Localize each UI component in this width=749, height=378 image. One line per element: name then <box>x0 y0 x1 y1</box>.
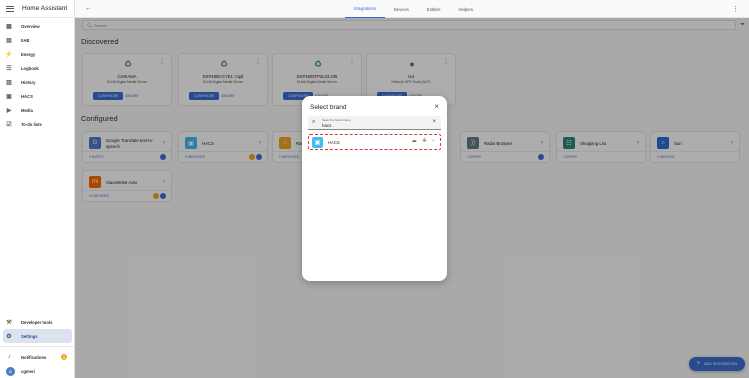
sidebar-header: Home Assistant <box>0 0 74 18</box>
search-label: Search a brand name <box>322 118 351 122</box>
search-icon: ⌕ <box>312 119 316 125</box>
app-title: Home Assistant <box>22 5 68 12</box>
sidebar-item-0ab[interactable]: ▤ 0AB <box>0 33 74 47</box>
search-value: hacs <box>322 123 332 128</box>
brand-badges-icon: ☁ ⎈ › <box>411 138 436 144</box>
menu-icon[interactable] <box>6 5 14 12</box>
history-icon: ▥ <box>6 79 12 86</box>
sidebar-item-notifications[interactable]: ♪ Notifications 1 <box>0 350 75 364</box>
tab-integrations[interactable]: Integrations <box>345 0 385 18</box>
brand-name: HACS <box>328 140 340 145</box>
sidebar-item-settings[interactable]: ⚙ Settings <box>3 329 72 343</box>
sidebar-item-label: Developer tools <box>21 319 53 325</box>
sidebar-item-label: HACS <box>21 93 33 99</box>
checklist-icon: ☑ <box>6 121 12 128</box>
sidebar-item-label: Notifications <box>21 354 47 360</box>
sidebar-item-overview[interactable]: ▦ Overview <box>0 19 74 33</box>
sidebar-item-logbook[interactable]: ☰ Logbook <box>0 61 74 75</box>
brand-result-item[interactable]: ▣ HACS ☁ ⎈ › <box>308 134 441 150</box>
sidebar-item-label: cgmeri <box>21 368 35 374</box>
lightning-icon: ⚡ <box>5 51 13 58</box>
tab-helpers[interactable]: Helpers <box>450 0 482 18</box>
close-icon[interactable]: × <box>434 102 439 111</box>
sidebar-item-hacs[interactable]: ▣ HACS <box>0 89 74 103</box>
sidebar-item-label: Media <box>21 107 33 113</box>
sidebar-item-history[interactable]: ▥ History <box>0 75 74 89</box>
gear-icon: ⚙ <box>6 333 12 340</box>
dialog-title: Select brand <box>310 104 347 111</box>
top-bar: ← Integrations Devices Entities Helpers … <box>75 0 749 18</box>
sidebar-item-todo[interactable]: ☑ To-do lists <box>0 117 74 131</box>
sidebar-item-label: Energy <box>21 51 36 57</box>
sidebar: Home Assistant ▦ Overview ▤ 0AB ⚡ Energy ☰ L… <box>0 0 75 378</box>
wrench-icon: ⚒ <box>6 319 12 326</box>
sidebar-item-media[interactable]: ▶ Media <box>0 103 74 117</box>
brand-search-input[interactable]: ⌕ Search a brand name hacs × <box>308 116 441 130</box>
sidebar-item-label: Overview <box>21 23 40 29</box>
notification-badge: 1 <box>61 354 67 360</box>
sidebar-divider <box>0 346 75 347</box>
logbook-icon: ☰ <box>6 65 12 72</box>
sidebar-item-label: To-do lists <box>21 121 42 127</box>
hacs-icon: ▣ <box>6 93 12 100</box>
sidebar-items: ▦ Overview ▤ 0AB ⚡ Energy ☰ Logbook ▥ History… <box>0 18 74 131</box>
clear-icon[interactable]: × <box>432 119 436 125</box>
sidebar-item-developer-tools[interactable]: ⚒ Developer tools <box>0 315 75 329</box>
tab-bar: Integrations Devices Entities Helpers <box>345 0 482 18</box>
hacs-logo-icon: ▣ <box>312 137 323 148</box>
avatar: C <box>6 366 15 376</box>
sidebar-bottom: ⚒ Developer tools ⚙ Settings ♪ Notification… <box>0 315 75 378</box>
bell-icon: ♪ <box>7 354 11 360</box>
sidebar-item-label: History <box>21 79 36 85</box>
sidebar-item-label: Logbook <box>21 65 39 71</box>
sidebar-item-user[interactable]: Ccgmeri <box>0 364 75 378</box>
dashboard-icon: ▤ <box>6 37 12 44</box>
more-vert-icon[interactable]: ⋮ <box>732 5 739 13</box>
view-dashboard-icon: ▦ <box>6 23 12 30</box>
sidebar-item-energy[interactable]: ⚡ Energy <box>0 47 74 61</box>
sidebar-item-label: 0AB <box>21 37 30 43</box>
arrow-left-icon[interactable]: ← <box>85 5 92 12</box>
tab-entities[interactable]: Entities <box>418 0 450 18</box>
select-brand-dialog: Select brand × ⌕ Search a brand name hac… <box>302 96 447 281</box>
tab-devices[interactable]: Devices <box>385 0 418 18</box>
media-icon: ▶ <box>6 107 12 114</box>
sidebar-item-label: Settings <box>21 333 38 339</box>
